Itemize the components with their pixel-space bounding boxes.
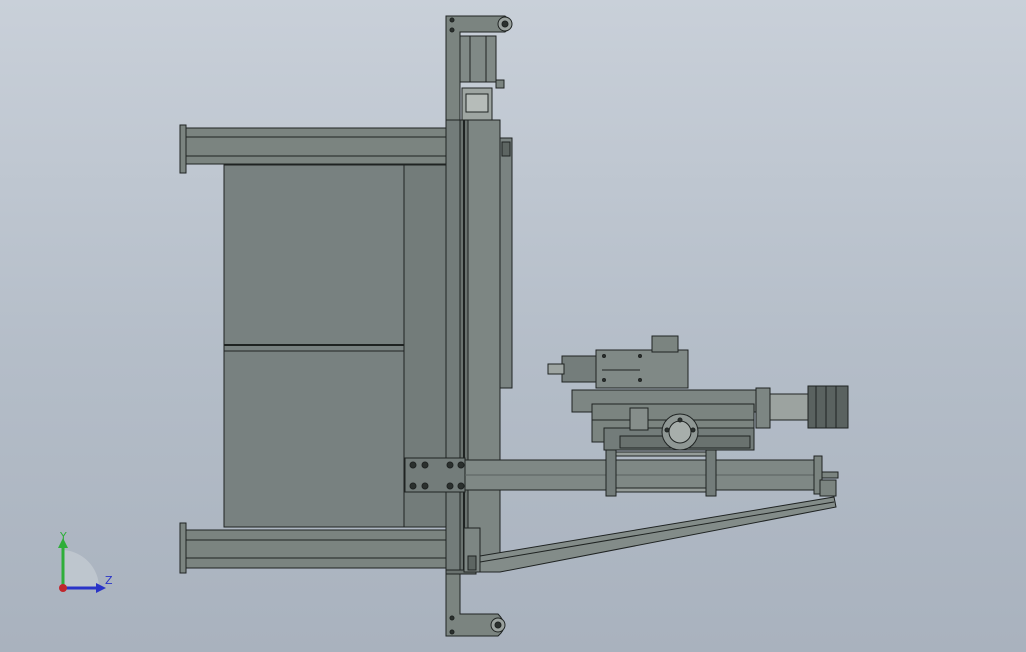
drive-motor — [755, 385, 849, 429]
triad-plane — [63, 550, 100, 588]
bottom-bracket — [445, 569, 506, 637]
cad-model-drawing[interactable] — [0, 0, 1026, 652]
z-axis-label: Z — [105, 574, 113, 587]
hinge-block — [463, 527, 481, 573]
slide-carriage — [571, 389, 763, 451]
y-axis-label: Y — [59, 530, 67, 543]
cad-viewport[interactable]: Y Z — [0, 0, 1026, 652]
top-motor-stack — [459, 35, 505, 121]
spindle-housing — [547, 335, 689, 389]
bottom-flange-rail — [179, 522, 447, 574]
coordinate-triad: Y Z — [58, 530, 113, 593]
support-strut — [479, 496, 837, 573]
origin-icon — [59, 584, 67, 592]
